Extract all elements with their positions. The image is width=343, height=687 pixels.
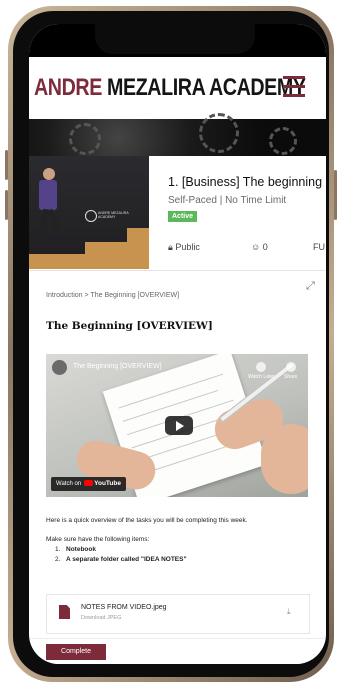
brand-name-rest: MEZALIRA ACADEMY [106, 74, 306, 101]
stair-step [85, 242, 149, 254]
site-header: ANDRE MEZALIRA ACADEMY [29, 57, 326, 119]
share-label: Share [284, 374, 298, 380]
stair-step [127, 228, 149, 242]
attachment-card[interactable]: NOTES FROM VIDEO.jpeg Download JPEG ⤓ [46, 594, 310, 634]
watch-later-label: Watch Later [248, 374, 275, 380]
phone-power-button [334, 170, 337, 220]
arm [261, 424, 308, 494]
lock-icon: 🔒︎ [168, 242, 173, 252]
breadcrumb: Introduction > The Beginning [OVERVIEW] [46, 292, 179, 299]
participants-info: ☺ 0 [251, 242, 268, 252]
menu-line [283, 85, 305, 88]
course-card[interactable]: ANDRE MEZALIRA ACADEMY 1. [Business] The… [29, 156, 326, 271]
list-item-number: 2. [55, 556, 61, 563]
phone-screen: ANDRE MEZALIRA ACADEMY ANDRE MEZALIRA AC… [29, 24, 326, 664]
gear-decoration [199, 113, 239, 153]
list-item-text: A separate folder called "IDEA NOTES" [66, 556, 187, 563]
breadcrumb-parent[interactable]: Introduction [46, 292, 83, 299]
file-icon [59, 605, 70, 619]
menu-line [283, 76, 305, 79]
video-title[interactable]: The Beginning [OVERVIEW] [73, 363, 162, 370]
menu-line [283, 94, 305, 97]
person-leg [46, 208, 62, 232]
course-thumbnail: ANDRE MEZALIRA ACADEMY [29, 156, 149, 269]
share-button[interactable]: Share [284, 362, 297, 380]
participants-count: 0 [262, 242, 268, 252]
user-icon: ☺ [251, 242, 261, 252]
course-subtitle: Self-Paced | No Time Limit [168, 195, 287, 206]
status-badge: Active [168, 211, 198, 222]
play-icon[interactable] [165, 416, 193, 435]
brand-name-first: ANDRE [34, 74, 102, 101]
list-item-number: 1. [55, 546, 61, 553]
gear-decoration [69, 123, 101, 155]
requirements-heading: Make sure have the following items: [46, 536, 150, 543]
phone-volume-button [5, 190, 8, 220]
video-player[interactable]: The Beginning [OVERVIEW] Watch Later Sha… [46, 354, 308, 497]
breadcrumb-separator: > [84, 292, 89, 299]
hamburger-menu-icon[interactable] [283, 71, 305, 101]
lesson-title: The Beginning [OVERVIEW] [46, 320, 213, 332]
visibility-info: 🔒︎ Public [168, 242, 200, 253]
course-title[interactable]: 1. [Business] The beginning [168, 175, 322, 189]
expand-icon[interactable]: ⤢ [306, 280, 315, 293]
list-item-text: Notebook [66, 546, 96, 553]
clock-icon [256, 362, 267, 372]
share-icon [285, 362, 296, 372]
youtube-logo-icon [84, 480, 94, 487]
channel-avatar[interactable] [52, 360, 67, 375]
phone-notch [95, 24, 255, 54]
download-icon[interactable]: ⤓ [287, 607, 291, 617]
paper-line [118, 373, 224, 409]
lesson-intro-text: Here is a quick overview of the tasks yo… [46, 517, 248, 524]
breadcrumb-current: The Beginning [OVERVIEW] [90, 292, 180, 299]
logo-circle-icon [85, 210, 97, 222]
divider [29, 270, 326, 271]
person-head [43, 168, 55, 180]
bottom-action-bar: Complete [29, 638, 326, 664]
header-banner-image [29, 113, 326, 156]
phone-volume-button [5, 150, 8, 180]
thumbnail-caption: ANDRE MEZALIRA ACADEMY [98, 211, 129, 219]
watch-on-label: Watch on [56, 481, 82, 487]
attachment-download-link[interactable]: Download JPEG [81, 615, 121, 621]
watch-later-button[interactable]: Watch Later [248, 362, 275, 380]
youtube-label: YouTube [94, 480, 121, 487]
gear-decoration [269, 127, 297, 155]
course-extra-info: FU [313, 242, 325, 252]
complete-button[interactable]: Complete [46, 644, 106, 660]
brand-logo[interactable]: ANDRE MEZALIRA ACADEMY [34, 74, 306, 102]
stair-step [29, 254, 149, 269]
visibility-label: Public [175, 242, 200, 252]
list-item: 1. Notebook [55, 546, 96, 553]
watch-on-youtube-button[interactable]: Watch on YouTube [51, 477, 126, 491]
list-item: 2. A separate folder called "IDEA NOTES" [55, 556, 187, 563]
person-body [39, 180, 57, 210]
attachment-file-name[interactable]: NOTES FROM VIDEO.jpeg [81, 604, 167, 611]
